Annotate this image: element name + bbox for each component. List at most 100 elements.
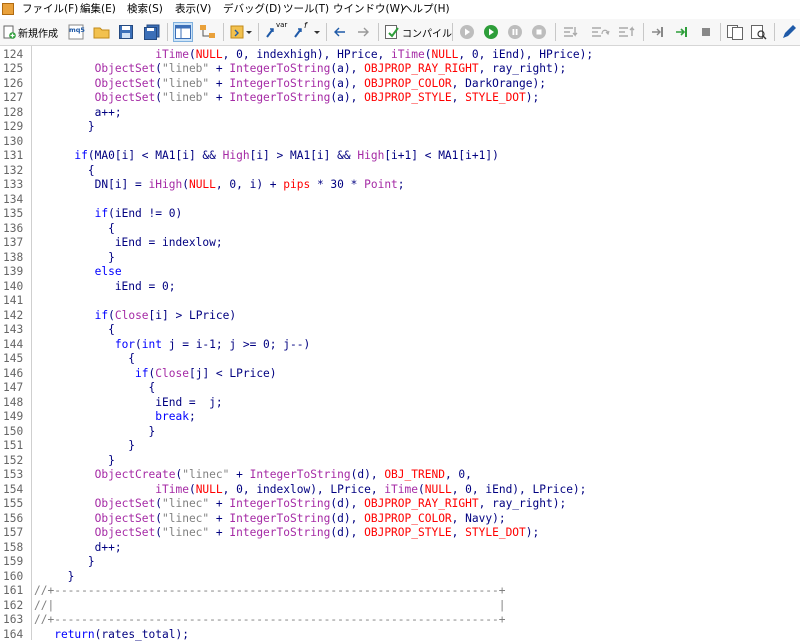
code-token [34,91,95,104]
code-line[interactable]: 127 ObjectSet("lineb" + IntegerToString(… [0,91,800,106]
code-line[interactable]: 154 iTime(NULL, 0, indexlow), LPrice, iT… [0,483,800,498]
code-token: for [115,338,135,351]
code-line[interactable]: 146 if(Close[j] < LPrice) [0,367,800,382]
code-line[interactable]: 145 { [0,352,800,367]
style-button[interactable] [780,23,798,41]
code-line[interactable]: 152 } [0,454,800,469]
code-token: if [95,309,108,322]
code-text: //| | [34,599,505,614]
play-history-icon [459,24,475,40]
code-line[interactable]: 133 DN[i] = iHigh(NULL, 0, i) + pips * 3… [0,178,800,193]
start-on-history-button[interactable] [459,23,475,41]
forward-button[interactable] [356,23,370,41]
code-token: (d), [330,526,364,539]
menu-tools[interactable]: ツール(T) [283,2,329,17]
toolbox-toggle-button[interactable] [199,23,217,41]
code-line[interactable]: 126 ObjectSet("lineb" + IntegerToString(… [0,77,800,92]
compile-button[interactable]: コンパイル [384,23,452,41]
code-text: } [34,120,95,135]
code-line[interactable]: 162//| | [0,599,800,614]
code-text: { [34,352,135,367]
code-line[interactable]: 129 } [0,120,800,135]
code-line[interactable]: 159 } [0,555,800,570]
code-line[interactable]: 156 ObjectSet("linec" + IntegerToString(… [0,512,800,527]
code-line[interactable]: 144 for(int j = i-1; j >= 0; j--) [0,338,800,353]
code-line[interactable]: 140 iEnd = 0; [0,280,800,295]
navigator-toggle-button[interactable] [173,22,193,42]
code-line[interactable]: 125 ObjectSet("lineb" + IntegerToString(… [0,62,800,77]
code-token: ( [155,91,162,104]
f-label: f [304,21,307,30]
code-token: + [209,512,229,525]
start-debug-button[interactable] [483,23,499,41]
line-number: 144 [3,338,28,353]
code-editor[interactable]: 124 iTime(NULL, 0, indexhigh), HPrice, i… [0,46,800,640]
code-line[interactable]: 128 a++; [0,106,800,121]
code-line[interactable]: 161//+----------------------------------… [0,584,800,599]
code-line[interactable]: 139 else [0,265,800,280]
next-bookmark-button[interactable] [674,23,690,41]
save-button[interactable] [118,23,134,41]
code-line[interactable]: 158 d++; [0,541,800,556]
code-line[interactable]: 150 } [0,425,800,440]
code-line[interactable]: 148 iEnd = j; [0,396,800,411]
menu-view[interactable]: 表示(V) [175,2,211,17]
code-line[interactable]: 143 { [0,323,800,338]
code-line[interactable]: 147 { [0,381,800,396]
line-number: 140 [3,280,28,295]
code-line[interactable]: 149 break; [0,410,800,425]
arrow-right-small-icon [650,24,666,40]
menu-search[interactable]: 検索(S) [127,2,163,17]
code-line[interactable]: 155 ObjectSet("linec" + IntegerToString(… [0,497,800,512]
line-number: 128 [3,106,28,121]
code-line[interactable]: 160 } [0,570,800,585]
menu-window[interactable]: ウインドウ(W) [333,2,404,17]
step-into-button[interactable] [562,23,582,41]
back-button[interactable] [333,23,347,41]
clear-bookmarks-button[interactable] [698,23,714,41]
new-mq5-button[interactable]: mq5 [68,23,84,41]
insert-function-dropdown[interactable]: f [292,23,320,41]
code-line[interactable]: 138 } [0,251,800,266]
step-over-button[interactable] [590,23,610,41]
code-line[interactable]: 157 ObjectSet("linec" + IntegerToString(… [0,526,800,541]
insert-variable-button[interactable]: var [264,23,286,41]
new-button[interactable]: 新規作成 [2,23,58,41]
code-line[interactable]: 134 [0,193,800,208]
line-number: 158 [3,541,28,556]
line-number: 147 [3,381,28,396]
code-line[interactable]: 130 [0,135,800,150]
bookmarks-dropdown[interactable] [229,23,253,41]
menu-debug[interactable]: デバッグ(D) [223,2,281,17]
code-line[interactable]: 141 [0,294,800,309]
menu-file[interactable]: ファイル(F) [22,2,78,17]
code-line[interactable]: 163//+----------------------------------… [0,613,800,628]
print-preview-button[interactable] [750,23,768,41]
toolbar-separator [223,23,224,41]
code-token: "linec" [182,468,229,481]
code-line[interactable]: 137 iEnd = indexlow; [0,236,800,251]
open-button[interactable] [93,23,111,41]
menu-help[interactable]: ヘルプ(H) [402,2,450,17]
copy-button[interactable] [726,23,744,41]
code-line[interactable]: 151 } [0,439,800,454]
line-number: 135 [3,207,28,222]
code-line[interactable]: 153 ObjectCreate("linec" + IntegerToStri… [0,468,800,483]
code-token: iTime [384,483,418,496]
code-line[interactable]: 142 if(Close[i] > LPrice) [0,309,800,324]
save-all-button[interactable] [143,23,161,41]
step-out-button[interactable] [617,23,637,41]
code-line[interactable]: 132 { [0,164,800,179]
code-line[interactable]: 124 iTime(NULL, 0, indexhigh), HPrice, i… [0,48,800,63]
stop-button[interactable] [531,23,547,41]
code-line[interactable]: 135 if(iEnd != 0) [0,207,800,222]
menu-edit[interactable]: 編集(E) [80,2,116,17]
pause-button[interactable] [507,23,523,41]
line-number: 133 [3,178,28,193]
code-text: d++; [34,541,122,556]
code-line[interactable]: 131 if(MA0[i] < MA1[i] && High[i] > MA1[… [0,149,800,164]
code-token: High [357,149,384,162]
code-token: , 0, i) + [216,178,283,191]
code-line[interactable]: 136 { [0,222,800,237]
bookmark-toggle-button[interactable] [650,23,666,41]
